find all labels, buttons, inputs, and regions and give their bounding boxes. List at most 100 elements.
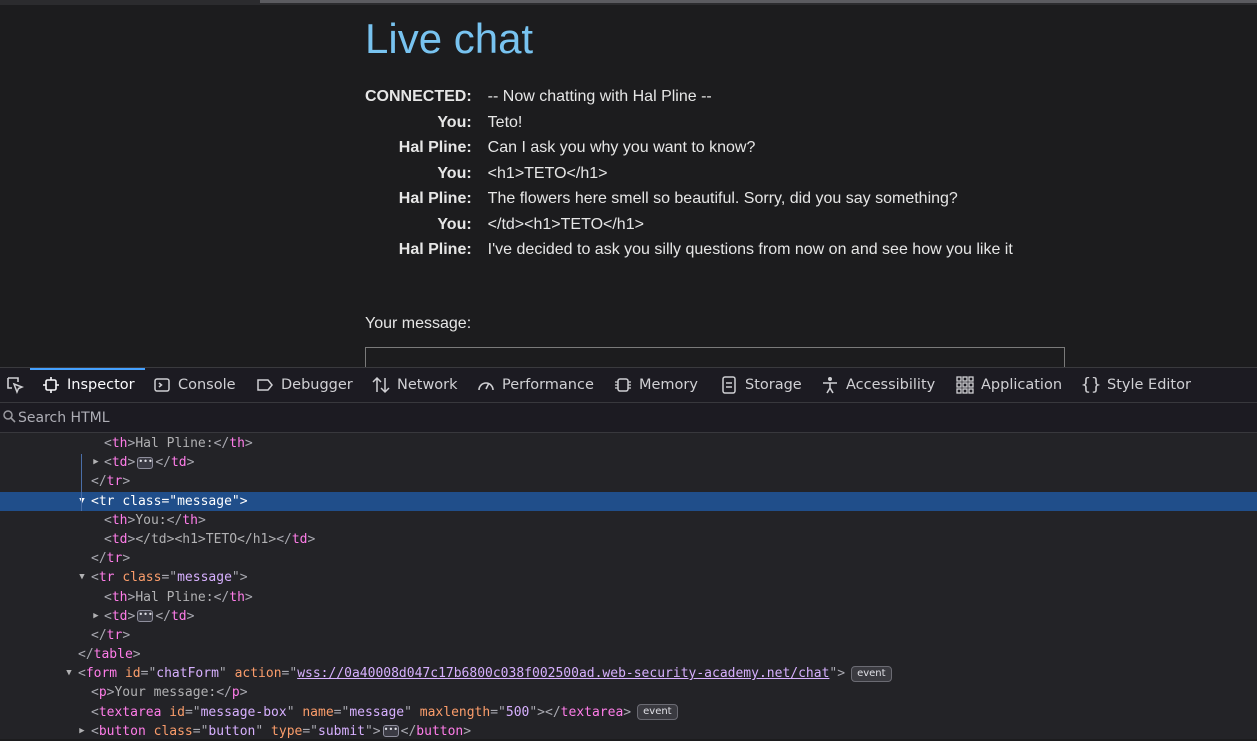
- tab-label: Console: [178, 377, 236, 393]
- tab-network[interactable]: Network: [372, 368, 458, 402]
- chat-sender: Hal Pline:: [398, 241, 472, 259]
- chat-sender: CONNECTED:: [365, 88, 472, 106]
- expand-icon[interactable]: ▶: [91, 453, 101, 472]
- chat-message: </td><h1>TETO</h1>: [487, 215, 644, 233]
- search-html-input[interactable]: [18, 409, 418, 426]
- network-icon: [372, 376, 390, 394]
- td-text: </td><h1>TETO</h1>: [135, 531, 277, 547]
- tree-node[interactable]: ▼ <form id="chatForm" action="wss://0a400…: [0, 664, 1257, 683]
- th-text: You:: [135, 512, 167, 528]
- chat-message: The flowers here smell so beautiful. Sor…: [487, 190, 958, 208]
- attr-value: message: [177, 493, 232, 509]
- element-picker-button[interactable]: [0, 368, 30, 402]
- chat-sender: You:: [437, 113, 472, 131]
- tab-style-editor[interactable]: {} Style Editor: [1080, 368, 1191, 402]
- tab-label: Debugger: [281, 377, 353, 393]
- page-title: Live chat: [365, 15, 534, 62]
- attr-value: 500: [505, 704, 530, 720]
- html-search-bar: [0, 403, 1257, 433]
- th-text: Hal Pline:: [135, 436, 214, 451]
- chat-message: -- Now chatting with Hal Pline --: [487, 88, 712, 106]
- tab-inspector[interactable]: Inspector: [30, 368, 145, 402]
- tab-performance[interactable]: Performance: [477, 368, 594, 402]
- tab-storage[interactable]: Storage: [720, 368, 802, 402]
- tree-node[interactable]: ▶ <td> ••• </td>: [0, 453, 1257, 472]
- tree-node[interactable]: ▼ <tr class="message">: [0, 568, 1257, 587]
- p-text: Your message:: [114, 685, 217, 701]
- tree-node[interactable]: </table>: [0, 645, 1257, 664]
- tab-label: Memory: [639, 377, 698, 393]
- storage-icon: [720, 376, 738, 394]
- collapse-icon[interactable]: ▼: [64, 664, 74, 683]
- attr-value: chatForm: [156, 666, 219, 682]
- collapse-icon[interactable]: ▼: [77, 492, 87, 511]
- tree-node[interactable]: <th>Hal Pline:</th>: [0, 588, 1257, 607]
- tree-node[interactable]: </tr>: [0, 626, 1257, 645]
- chat-row: Hal Pline: Can I ask you why you want to …: [365, 138, 1013, 159]
- ellipsis-icon[interactable]: •••: [137, 610, 154, 623]
- attr-value: message-box: [200, 704, 287, 720]
- chat-message: Teto!: [487, 113, 523, 131]
- ellipsis-icon[interactable]: •••: [382, 725, 399, 738]
- tree-node[interactable]: <p>Your message:</p>: [0, 683, 1257, 702]
- tree-node[interactable]: ▶ <button class="button" type="submit"> ••…: [0, 722, 1257, 741]
- chat-row: Hal Pline: The flowers here smell so beau…: [365, 189, 1013, 210]
- event-badge[interactable]: event: [637, 704, 678, 721]
- tree-node[interactable]: <td></td><h1>TETO</h1></td>: [0, 530, 1257, 549]
- collapse-icon[interactable]: ▼: [77, 568, 87, 587]
- markup-tree: <th>Hal Pline:</th> ▶ <td> ••• </td> </tr> …: [0, 434, 1257, 741]
- search-icon: [0, 409, 18, 426]
- tree-node[interactable]: </tr>: [0, 549, 1257, 568]
- tree-node[interactable]: </tr>: [0, 472, 1257, 491]
- devtools-panel: Inspector Console Debugger Network Perfo…: [0, 367, 1257, 739]
- element-picker-icon: [7, 377, 24, 394]
- tab-label: Style Editor: [1107, 377, 1191, 393]
- th-text: Hal Pline:: [135, 589, 214, 605]
- attr-value: submit: [318, 723, 365, 739]
- tab-debugger[interactable]: Debugger: [256, 368, 353, 402]
- tree-node[interactable]: ▶ <td> ••• </td>: [0, 607, 1257, 626]
- chat-row: You: </td><h1>TETO</h1>: [365, 215, 1013, 236]
- event-badge[interactable]: event: [851, 665, 892, 682]
- chat-sender: You:: [437, 215, 472, 233]
- chat-row: CONNECTED: -- Now chatting with Hal Pline…: [365, 87, 1013, 108]
- tab-label: Storage: [745, 377, 802, 393]
- style-editor-icon: {}: [1080, 375, 1102, 395]
- chat-row: Hal Pline: I've decided to ask you silly …: [365, 240, 1013, 261]
- chat-message: I've decided to ask you silly questions …: [487, 241, 1013, 259]
- tab-label: Accessibility: [846, 377, 936, 393]
- performance-icon: [477, 376, 495, 394]
- tab-memory[interactable]: Memory: [614, 368, 698, 402]
- chat-sender: You:: [437, 164, 472, 182]
- tree-node[interactable]: <th>You:</th>: [0, 511, 1257, 530]
- chat-table: CONNECTED: -- Now chatting with Hal Pline…: [357, 82, 1021, 266]
- tab-label: Inspector: [67, 377, 135, 393]
- inspector-icon: [42, 376, 60, 394]
- chat-sender: Hal Pline:: [398, 190, 472, 208]
- ellipsis-icon[interactable]: •••: [137, 456, 154, 469]
- attr-value: message: [349, 704, 405, 720]
- chat-page: Live chat CONNECTED: -- Now chatting with…: [0, 5, 1257, 373]
- chat-message: Can I ask you why you want to know?: [487, 139, 756, 157]
- tab-label: Network: [397, 377, 458, 393]
- debugger-icon: [256, 376, 274, 394]
- expand-icon[interactable]: ▶: [77, 722, 87, 741]
- chat-sender: Hal Pline:: [398, 139, 472, 157]
- accessibility-icon: [821, 376, 839, 394]
- tab-application[interactable]: Application: [956, 368, 1062, 402]
- tab-console[interactable]: Console: [153, 368, 236, 402]
- console-icon: [153, 376, 171, 394]
- selection-guide: [81, 454, 82, 511]
- chat-message: <h1>TETO</h1>: [487, 164, 608, 182]
- toolbar-edge: [260, 0, 1257, 3]
- form-action-link[interactable]: wss://0a40008d047c17b6800c038f002500ad.w…: [297, 666, 829, 681]
- tab-accessibility[interactable]: Accessibility: [821, 368, 935, 402]
- tree-node[interactable]: <textarea id="message-box" name="message…: [0, 703, 1257, 722]
- tree-node[interactable]: <th>Hal Pline:</th>: [0, 434, 1257, 453]
- attr-value: button: [208, 723, 256, 739]
- application-icon: [956, 376, 974, 394]
- your-message-label: Your message:: [365, 315, 472, 332]
- expand-icon[interactable]: ▶: [91, 607, 101, 626]
- tree-node-selected[interactable]: ▼<tr class="message">: [0, 491, 1257, 511]
- memory-icon: [614, 376, 632, 394]
